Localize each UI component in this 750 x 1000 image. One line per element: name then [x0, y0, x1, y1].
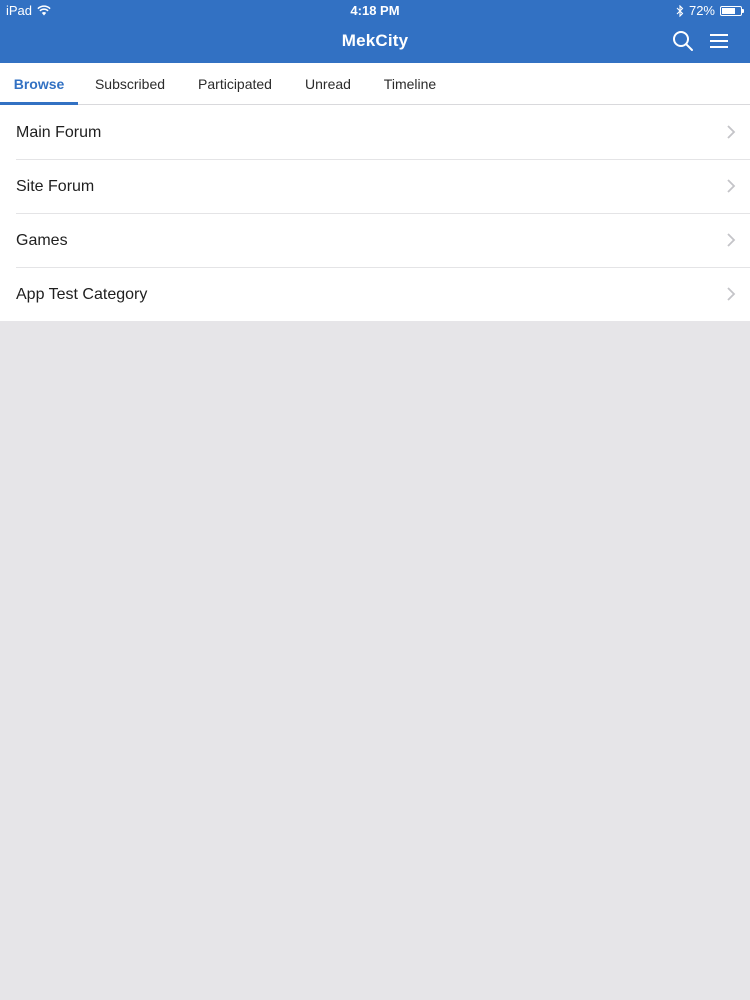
search-icon [673, 31, 693, 51]
search-button[interactable] [672, 30, 696, 52]
chevron-right-icon [727, 179, 736, 193]
tab-subscribed[interactable]: Subscribed [84, 63, 176, 104]
chevron-right-icon [727, 125, 736, 139]
tab-bar: Browse Subscribed Participated Unread Ti… [0, 63, 750, 105]
battery-level-fill [722, 7, 735, 14]
bluetooth-icon [676, 4, 684, 17]
forum-row-games[interactable]: Games [0, 213, 750, 267]
forum-row-app-test-category[interactable]: App Test Category [0, 267, 750, 321]
forum-label: Games [16, 232, 68, 249]
row-divider [16, 213, 750, 214]
row-divider [16, 159, 750, 160]
menu-button[interactable] [708, 30, 732, 52]
forum-list: Main Forum Site Forum Games App Test Cat… [0, 105, 750, 321]
status-time: 4:18 PM [350, 3, 400, 18]
forum-row-site-forum[interactable]: Site Forum [0, 159, 750, 213]
tab-unread[interactable]: Unread [296, 63, 360, 104]
status-right: 72% [676, 3, 744, 18]
battery-icon [720, 5, 744, 16]
menu-icon [710, 34, 728, 48]
tab-browse[interactable]: Browse [0, 63, 78, 105]
forum-label: Main Forum [16, 124, 102, 141]
battery-percentage: 72% [688, 3, 715, 18]
app-title: MekCity [341, 31, 409, 50]
tab-participated[interactable]: Participated [185, 63, 285, 104]
chevron-right-icon [727, 287, 736, 301]
status-bar: iPad 4:18 PM 72% [0, 0, 750, 22]
forum-label: App Test Category [16, 286, 148, 303]
forum-row-main-forum[interactable]: Main Forum [0, 105, 750, 159]
forum-label: Site Forum [16, 178, 95, 195]
top-bar: iPad 4:18 PM 72% MekCity [0, 0, 750, 63]
chevron-right-icon [727, 233, 736, 247]
tab-timeline[interactable]: Timeline [372, 63, 448, 104]
